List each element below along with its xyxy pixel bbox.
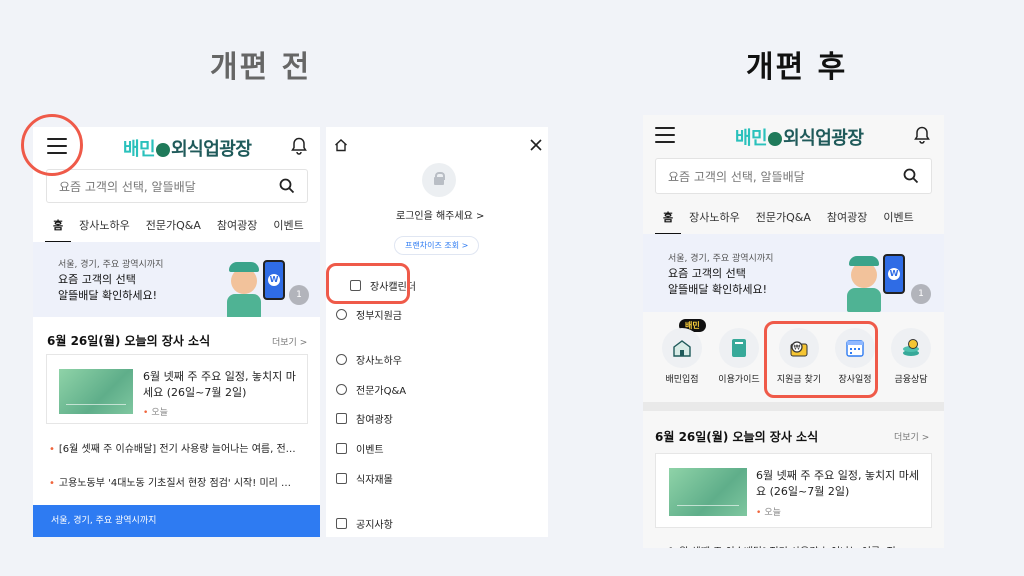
promo-banner[interactable]: 서울, 경기, 주요 광역시까지 요즘 고객의 선택 알뜰배달 확인하세요! W… <box>643 234 944 312</box>
search-icon[interactable] <box>903 168 919 184</box>
franchise-lookup-button[interactable]: 프랜차이즈 조회 > <box>394 236 480 255</box>
bell-icon[interactable] <box>291 137 307 155</box>
grid-icon <box>336 413 347 424</box>
lightbulb-icon <box>336 354 347 365</box>
more-link[interactable]: 더보기 > <box>894 430 929 443</box>
mascot-illustration: W <box>843 244 913 312</box>
banner-pager[interactable]: 1 <box>289 285 309 305</box>
section-divider <box>643 402 944 411</box>
book-icon <box>732 339 746 357</box>
avatar[interactable] <box>422 163 456 197</box>
news-card[interactable]: 6월 넷째 주 주요 일정, 놓치지 마세요 (26일~7월 2일) 오늘 <box>655 453 932 528</box>
drawer-item-groceries[interactable]: 식자재몰 <box>336 471 393 486</box>
banner-pager[interactable]: 1 <box>911 284 931 304</box>
before-home-screen: 배민 외식업광장 요즘 고객의 선택, 알뜰배달 홈 장사노하우 전문가Q&A 참… <box>33 127 320 537</box>
after-heading: 개편 후 <box>746 50 848 85</box>
tab-event[interactable]: 이벤트 <box>883 209 913 225</box>
tab-event[interactable]: 이벤트 <box>273 217 303 233</box>
tab-knowhow[interactable]: 장사노하우 <box>689 209 740 225</box>
app-logo[interactable]: 배민 외식업광장 <box>123 135 252 161</box>
drawer-item-event[interactable]: 이벤트 <box>336 441 384 456</box>
app-logo[interactable]: 배민 외식업광장 <box>735 124 864 150</box>
promo-banner[interactable]: 서울, 경기, 주요 광역시까지 요즘 고객의 선택 알뜰배달 확인하세요! W… <box>33 242 320 317</box>
tab-community[interactable]: 참여광장 <box>827 209 867 225</box>
search-icon[interactable] <box>279 178 295 194</box>
close-icon[interactable] <box>530 139 542 151</box>
drawer-item-knowhow[interactable]: 장사노하우 <box>336 352 402 367</box>
menu-icon[interactable] <box>655 127 675 143</box>
blue-banner[interactable]: 서울, 경기, 주요 광역시까지 <box>33 505 320 537</box>
news-item[interactable]: [6월 셋째 주 이슈배달] 전기 사용량 늘어나는 여름, 전… <box>49 440 311 455</box>
search-input[interactable]: 요즘 고객의 선택, 알뜰배달 <box>46 169 308 203</box>
tab-community[interactable]: 참여광장 <box>217 217 257 233</box>
card-thumbnail <box>59 369 133 414</box>
tab-knowhow[interactable]: 장사노하우 <box>79 217 130 233</box>
highlight-menu-circle <box>21 114 83 176</box>
more-link[interactable]: 더보기 > <box>272 335 307 348</box>
drawer-item-subsidy[interactable]: 정부지원금 <box>336 307 402 322</box>
bell-icon[interactable] <box>914 126 930 144</box>
login-link[interactable]: 로그인을 해주세요 > <box>396 207 484 222</box>
news-item[interactable]: 고용노동부 '4대노동 기초질서 현장 점검' 시작! 미리 … <box>49 474 311 489</box>
search-input[interactable]: 요즘 고객의 선택, 알뜰배달 <box>655 158 932 194</box>
mascot-illustration: W <box>223 250 293 317</box>
home-icon[interactable] <box>334 138 348 152</box>
quick-menu-finance[interactable]: 금융상담 <box>883 328 939 385</box>
gift-icon <box>336 443 347 454</box>
tab-bar: 홈 장사노하우 전문가Q&A 참여광장 이벤트 <box>654 209 930 235</box>
quick-menu-guide[interactable]: 이용가이드 <box>711 328 767 385</box>
news-card[interactable]: 6월 넷째 주 주요 일정, 놓치지 마세요 (26일~7월 2일) 오늘 <box>46 354 308 424</box>
won-icon <box>336 309 347 320</box>
drawer-item-community[interactable]: 참여광장 <box>336 411 393 426</box>
section-title: 6월 26일(월) 오늘의 장사 소식 <box>47 334 211 348</box>
tab-expert-qa[interactable]: 전문가Q&A <box>756 209 811 225</box>
tab-expert-qa[interactable]: 전문가Q&A <box>146 217 201 233</box>
section-title: 6월 26일(월) 오늘의 장사 소식 <box>655 430 819 444</box>
drawer-item-expert-qa[interactable]: 전문가Q&A <box>336 382 406 397</box>
menu-drawer: 로그인을 해주세요 > 프랜차이즈 조회 > 장사캘린더 정부지원금 장사노하우… <box>326 127 548 537</box>
news-item[interactable]: [6월 셋째 주 이슈배달] 전기 사용량 늘어나는 여름, 전… <box>659 543 939 548</box>
drawer-item-notice[interactable]: 공지사항 <box>336 516 393 531</box>
coins-icon <box>903 339 919 356</box>
before-heading: 개편 전 <box>210 50 312 85</box>
megaphone-icon <box>336 518 347 529</box>
question-icon <box>336 384 347 395</box>
quick-menu-store-entry[interactable]: 배민입점 <box>657 328 707 385</box>
card-thumbnail <box>669 468 747 516</box>
tab-home[interactable]: 홈 <box>654 209 682 235</box>
highlight-calendar-box <box>326 263 410 304</box>
highlight-quickmenu-box <box>764 321 878 398</box>
tab-home[interactable]: 홈 <box>44 217 72 243</box>
cart-icon <box>336 473 347 484</box>
tab-bar: 홈 장사노하우 전문가Q&A 참여광장 이벤트 <box>44 217 320 243</box>
store-icon <box>673 340 691 357</box>
